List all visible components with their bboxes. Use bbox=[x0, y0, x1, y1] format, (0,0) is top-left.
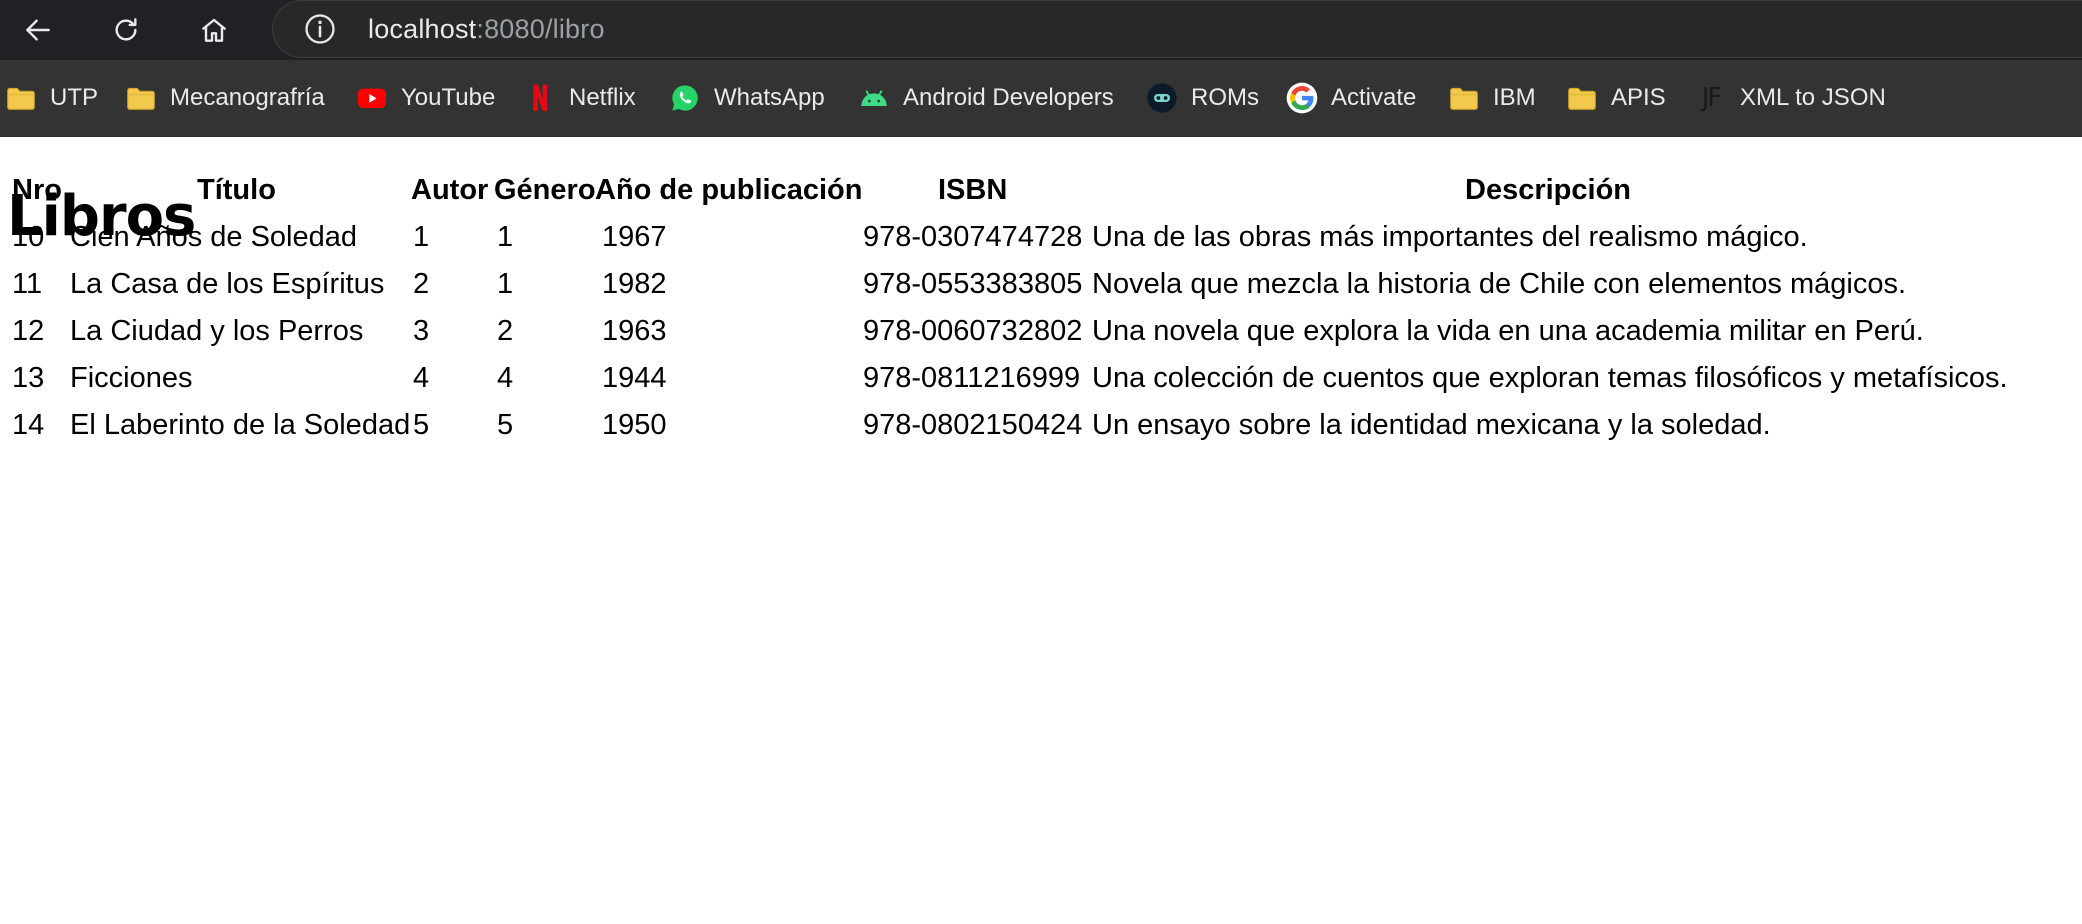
bookmark-label: ROMs bbox=[1191, 84, 1259, 111]
whatsapp-icon bbox=[669, 82, 701, 114]
folder-icon bbox=[125, 82, 157, 114]
header-descripcion: Descripción bbox=[1465, 174, 1631, 206]
cell-genero: 4 bbox=[497, 362, 514, 394]
bookmark-label: Netflix bbox=[569, 84, 636, 111]
bookmark-label: WhatsApp bbox=[714, 84, 825, 111]
header-nro: Nro bbox=[12, 174, 62, 206]
back-button[interactable] bbox=[14, 6, 62, 54]
cell-descripcion: Una de las obras más importantes del rea… bbox=[1092, 221, 1808, 253]
bookmark-label: Android Developers bbox=[903, 84, 1114, 111]
cell-nro: 12 bbox=[12, 315, 45, 347]
netflix-icon bbox=[524, 82, 556, 114]
bookmark-roms[interactable]: ROMs bbox=[1146, 60, 1259, 136]
bookmark-xml-to-json[interactable]: JF XML to JSON bbox=[1692, 60, 1886, 136]
cell-anio: 1967 bbox=[602, 221, 667, 253]
bookmark-label: Activate bbox=[1331, 84, 1417, 111]
bookmark-utp[interactable]: UTP bbox=[5, 60, 98, 136]
cell-isbn: 978-0802150424 bbox=[863, 409, 1083, 441]
cell-descripcion: Un ensayo sobre la identidad mexicana y … bbox=[1092, 409, 1771, 441]
folder-icon bbox=[1448, 82, 1480, 114]
cell-descripcion: Una colección de cuentos que exploran te… bbox=[1092, 362, 2008, 394]
cell-nro: 14 bbox=[12, 409, 45, 441]
youtube-icon bbox=[356, 82, 388, 114]
cell-autor: 1 bbox=[413, 221, 430, 253]
cell-genero: 1 bbox=[497, 221, 514, 253]
cell-anio: 1963 bbox=[602, 315, 667, 347]
url-host: localhost bbox=[368, 13, 477, 44]
cell-autor: 3 bbox=[413, 315, 430, 347]
cell-anio: 1944 bbox=[602, 362, 667, 394]
cell-titulo: Cien Años de Soledad bbox=[70, 221, 357, 253]
reload-icon bbox=[115, 18, 137, 41]
cell-genero: 1 bbox=[497, 268, 514, 300]
bookmark-whatsapp[interactable]: WhatsApp bbox=[669, 60, 825, 136]
cell-autor: 4 bbox=[413, 362, 430, 394]
bookmark-label: UTP bbox=[50, 84, 98, 111]
cell-isbn: 978-0553383805 bbox=[863, 268, 1083, 300]
bookmark-label: XML to JSON bbox=[1740, 84, 1886, 111]
android-icon bbox=[858, 82, 890, 114]
home-button[interactable] bbox=[190, 6, 238, 54]
cell-titulo: La Ciudad y los Perros bbox=[70, 315, 364, 347]
bookmark-label: Mecanografría bbox=[170, 84, 325, 111]
cell-titulo: La Casa de los Espíritus bbox=[70, 268, 385, 300]
cell-anio: 1982 bbox=[602, 268, 667, 300]
page-content: Libros Nro Título Autor Género Año de public… bbox=[0, 137, 2082, 924]
cell-titulo: Ficciones bbox=[70, 362, 193, 394]
roms-icon bbox=[1146, 82, 1178, 114]
bookmark-activate[interactable]: Activate bbox=[1286, 60, 1416, 136]
site-info-icon[interactable] bbox=[303, 12, 337, 46]
header-genero: Género bbox=[494, 174, 596, 206]
cell-nro: 10 bbox=[12, 221, 45, 253]
cell-isbn: 978-0811216999 bbox=[863, 362, 1081, 394]
bookmarks-bar: UTP Mecanografría YouTube Netflix WhatsA… bbox=[0, 60, 2082, 137]
back-arrow-icon bbox=[26, 19, 50, 41]
cell-descripcion: Una novela que explora la vida en una ac… bbox=[1092, 315, 1924, 347]
cell-genero: 2 bbox=[497, 315, 514, 347]
cell-autor: 5 bbox=[413, 409, 430, 441]
reload-button[interactable] bbox=[102, 6, 150, 54]
bookmark-label: YouTube bbox=[401, 84, 496, 111]
folder-icon bbox=[5, 82, 37, 114]
cell-anio: 1950 bbox=[602, 409, 667, 441]
browser-toolbar: localhost:8080/libro bbox=[0, 0, 2082, 60]
url-text[interactable]: localhost:8080/libro bbox=[368, 14, 605, 45]
cell-autor: 2 bbox=[413, 268, 430, 300]
bookmark-mecanografria[interactable]: Mecanografría bbox=[125, 60, 325, 136]
cell-isbn: 978-0060732802 bbox=[863, 315, 1083, 347]
bookmark-label: APIS bbox=[1611, 84, 1666, 111]
header-isbn: ISBN bbox=[938, 174, 1008, 206]
url-path: :8080/libro bbox=[476, 13, 605, 44]
bookmark-label: IBM bbox=[1493, 84, 1536, 111]
bookmark-android-developers[interactable]: Android Developers bbox=[858, 60, 1114, 136]
bookmark-youtube[interactable]: YouTube bbox=[356, 60, 495, 136]
cell-genero: 5 bbox=[497, 409, 514, 441]
google-icon bbox=[1286, 82, 1318, 114]
home-icon bbox=[202, 18, 226, 42]
header-autor: Autor bbox=[411, 174, 489, 206]
folder-icon bbox=[1566, 82, 1598, 114]
address-bar[interactable]: localhost:8080/libro bbox=[272, 0, 2082, 58]
jf-icon: JF bbox=[1701, 83, 1723, 113]
bookmark-ibm[interactable]: IBM bbox=[1448, 60, 1536, 136]
cell-nro: 11 bbox=[12, 268, 43, 300]
cell-isbn: 978-0307474728 bbox=[863, 221, 1083, 253]
cell-titulo: El Laberinto de la Soledad bbox=[70, 409, 411, 441]
cell-nro: 13 bbox=[12, 362, 45, 394]
header-titulo: Título bbox=[197, 174, 276, 206]
bookmark-apis[interactable]: APIS bbox=[1566, 60, 1666, 136]
header-anio: Año de publicación bbox=[595, 174, 863, 206]
bookmark-netflix[interactable]: Netflix bbox=[524, 60, 636, 136]
cell-descripcion: Novela que mezcla la historia de Chile c… bbox=[1092, 268, 1907, 300]
